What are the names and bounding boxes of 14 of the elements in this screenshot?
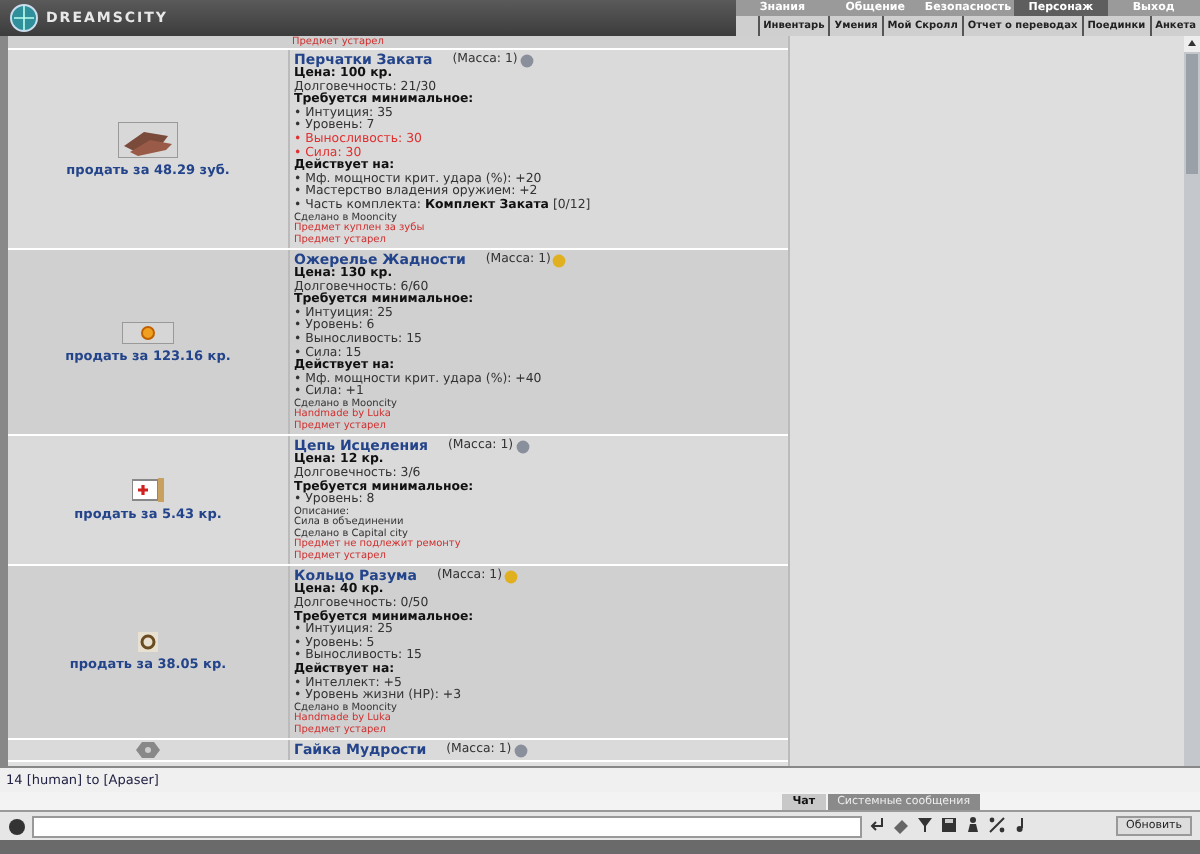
filter-icon[interactable]	[916, 816, 935, 834]
scroll-up-icon[interactable]	[1184, 36, 1200, 52]
gloves-icon	[118, 121, 178, 158]
person-icon[interactable]	[964, 816, 983, 834]
percent-icon[interactable]	[988, 816, 1007, 834]
save-icon[interactable]	[940, 816, 959, 834]
ring-icon	[138, 632, 158, 653]
chat-input-field[interactable]	[32, 815, 863, 837]
scroll-icon	[132, 478, 164, 503]
globe-icon	[8, 4, 40, 32]
enter-icon[interactable]	[868, 816, 887, 834]
eraser-icon[interactable]	[892, 816, 911, 834]
scrollbar-thumb[interactable]	[1186, 54, 1198, 174]
amulet-icon	[122, 321, 174, 344]
